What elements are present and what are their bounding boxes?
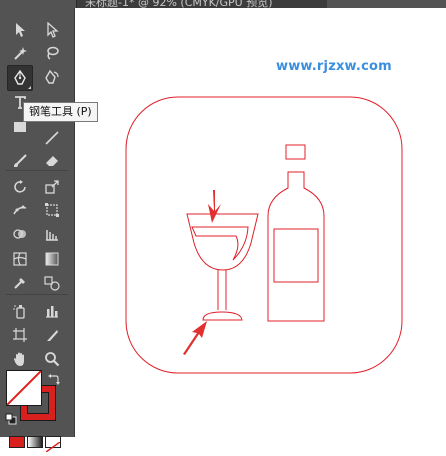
wine-glass-bowl[interactable] <box>186 213 259 271</box>
puppet-warp-icon <box>13 205 27 215</box>
none-slash-icon <box>45 441 61 453</box>
column-graph-icon <box>46 230 58 241</box>
wine-glass-stem[interactable] <box>217 270 227 310</box>
toolbar-divider <box>6 294 68 295</box>
hand-tool[interactable] <box>8 347 32 371</box>
eyedropper-tool[interactable] <box>8 271 32 295</box>
red-arrow-icon <box>208 190 221 223</box>
none-slash-icon <box>7 371 41 405</box>
mesh-tool[interactable] <box>8 247 32 271</box>
blend-tool[interactable] <box>40 271 64 295</box>
lasso-tool[interactable] <box>40 41 64 65</box>
wine-glass-liquid[interactable] <box>191 226 249 261</box>
puppet-warp-tool[interactable] <box>8 198 32 222</box>
none-mode-button[interactable] <box>45 436 61 453</box>
tool-group-indicator <box>28 86 31 89</box>
magic-wand-tool[interactable] <box>8 41 32 65</box>
column-graph-tool[interactable] <box>40 299 64 323</box>
shape-builder-tool[interactable] <box>8 222 32 246</box>
tools-panel <box>0 8 75 453</box>
default-fill-stroke-icon[interactable] <box>5 413 17 425</box>
free-transform-icon <box>45 203 59 217</box>
line-tool[interactable] <box>40 126 64 150</box>
document-tab-label: 未标题-1* @ 92% (CMYK/GPU 预览) <box>85 0 273 8</box>
lasso-icon <box>47 46 59 60</box>
pen-tool-tooltip: 钢笔工具 (P) <box>23 102 98 122</box>
artboard-icon <box>13 328 27 342</box>
color-mode-button[interactable] <box>9 436 25 448</box>
wine-glass-base[interactable] <box>202 311 243 321</box>
blend-icon <box>44 276 60 291</box>
symbol-sprayer-tool[interactable] <box>8 299 32 323</box>
direct-selection-arrow-icon <box>47 22 59 38</box>
gradient-mode-button[interactable] <box>27 436 43 448</box>
curvature-pen-icon <box>45 69 59 84</box>
shape-builder-icon <box>13 229 26 239</box>
bottle-body[interactable] <box>267 171 325 322</box>
pen-tool[interactable] <box>7 65 33 91</box>
rounded-square-outline[interactable] <box>125 96 403 374</box>
document-tab[interactable]: 未标题-1* @ 92% (CMYK/GPU 预览) <box>76 0 327 8</box>
selection-arrow-icon <box>16 23 25 37</box>
gradient-tool[interactable] <box>40 247 64 271</box>
scale-tool[interactable] <box>40 175 64 199</box>
direct-selection-tool[interactable] <box>40 18 64 42</box>
symbol-sprayer-icon <box>13 305 25 319</box>
curvature-tool[interactable] <box>40 65 64 89</box>
red-arrow-icon <box>183 321 207 355</box>
artboard-canvas[interactable]: www.rjzxw.com <box>75 8 446 437</box>
artboard-tool[interactable] <box>8 323 32 347</box>
mesh-icon <box>13 252 27 266</box>
bottle-cap[interactable] <box>285 144 306 160</box>
magic-wand-icon <box>14 47 27 60</box>
toolbar-divider <box>6 170 68 171</box>
eraser-icon <box>46 156 58 166</box>
gradient-icon <box>45 252 59 266</box>
eyedropper-icon <box>14 278 25 289</box>
zoom-tool[interactable] <box>40 347 64 371</box>
paintbrush-icon <box>14 154 27 167</box>
line-segment-icon <box>45 131 59 145</box>
slice-tool[interactable] <box>40 323 64 347</box>
bottle-label[interactable] <box>273 228 319 283</box>
hand-icon <box>14 352 24 366</box>
swap-fill-stroke-icon[interactable] <box>48 373 60 385</box>
slice-icon <box>47 330 58 341</box>
perspective-grid-tool[interactable] <box>40 222 64 246</box>
free-transform-tool[interactable] <box>40 198 64 222</box>
document-titlebar: 未标题-1* @ 92% (CMYK/GPU 预览) <box>0 0 446 8</box>
zoom-icon <box>45 352 60 367</box>
bar-graph-icon <box>46 306 58 318</box>
scale-icon <box>45 180 59 194</box>
pen-icon <box>14 70 26 85</box>
fill-color-swatch[interactable] <box>6 370 42 406</box>
rotate-tool[interactable] <box>8 175 32 199</box>
rotate-icon <box>14 180 26 193</box>
watermark-text: www.rjzxw.com <box>276 59 392 74</box>
selection-tool[interactable] <box>8 18 32 42</box>
